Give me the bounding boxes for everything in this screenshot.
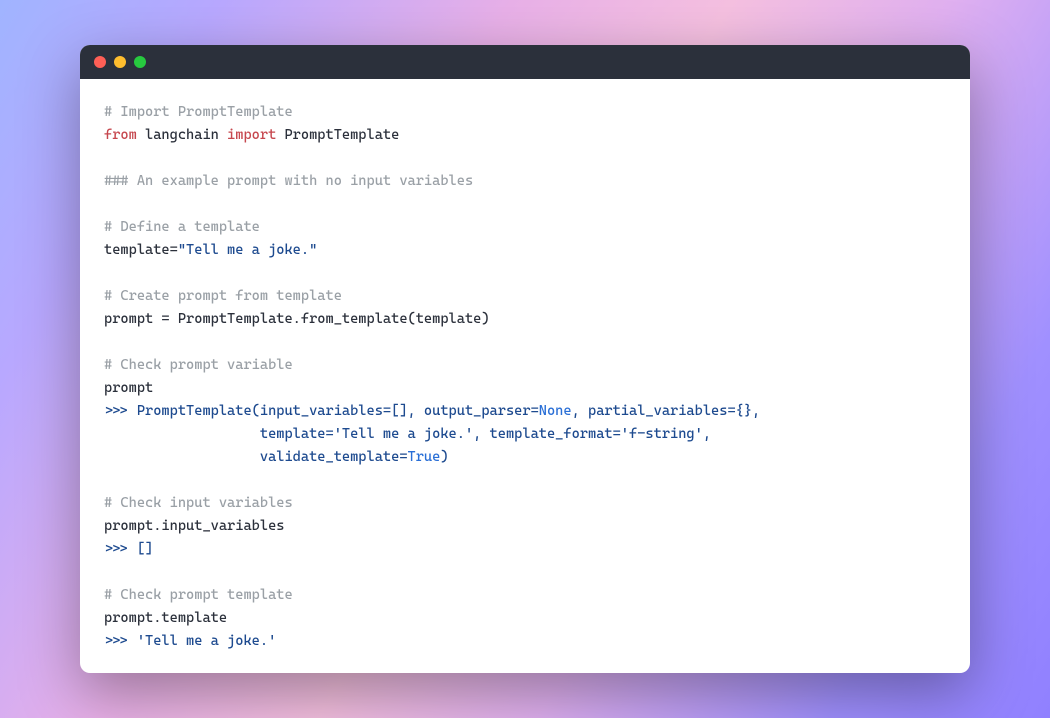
comment: # Define a template: [104, 219, 260, 235]
repl-output: template=: [104, 426, 334, 442]
repl-output: >>>: [104, 633, 137, 649]
code-window: # Import PromptTemplate from langchain i…: [80, 45, 970, 673]
assignment: template=: [104, 242, 178, 258]
comment: # Check input variables: [104, 495, 293, 511]
comment: ### An example prompt with no input vari…: [104, 173, 473, 189]
literal-true: True: [408, 449, 441, 465]
string-literal: 'Tell me a joke.': [137, 633, 276, 649]
string-literal: "Tell me a joke.": [178, 242, 317, 258]
keyword-from: from: [104, 127, 137, 143]
zoom-icon[interactable]: [134, 56, 146, 68]
repl-output: , partial_variables={},: [572, 403, 761, 419]
comment: # Check prompt variable: [104, 357, 293, 373]
keyword-import: import: [227, 127, 276, 143]
class-name: PromptTemplate: [276, 127, 399, 143]
comment: # Check prompt template: [104, 587, 293, 603]
code-line: prompt = PromptTemplate.from_template(te…: [104, 311, 490, 327]
code-line: prompt.input_variables: [104, 518, 284, 534]
repl-output: >>> []: [104, 541, 153, 557]
string-literal: 'f-string': [621, 426, 703, 442]
code-line: prompt.template: [104, 610, 227, 626]
repl-output: ): [440, 449, 448, 465]
literal-none: None: [539, 403, 572, 419]
repl-output: validate_template=: [104, 449, 408, 465]
close-icon[interactable]: [94, 56, 106, 68]
window-titlebar: [80, 45, 970, 79]
repl-output: ,: [703, 426, 711, 442]
code-line: prompt: [104, 380, 153, 396]
repl-output: >>> PromptTemplate(input_variables=[], o…: [104, 403, 539, 419]
minimize-icon[interactable]: [114, 56, 126, 68]
string-literal: 'Tell me a joke.': [334, 426, 473, 442]
repl-output: , template_format=: [473, 426, 621, 442]
module-name: langchain: [137, 127, 227, 143]
code-area: # Import PromptTemplate from langchain i…: [80, 79, 970, 673]
comment: # Create prompt from template: [104, 288, 342, 304]
comment: # Import PromptTemplate: [104, 104, 293, 120]
